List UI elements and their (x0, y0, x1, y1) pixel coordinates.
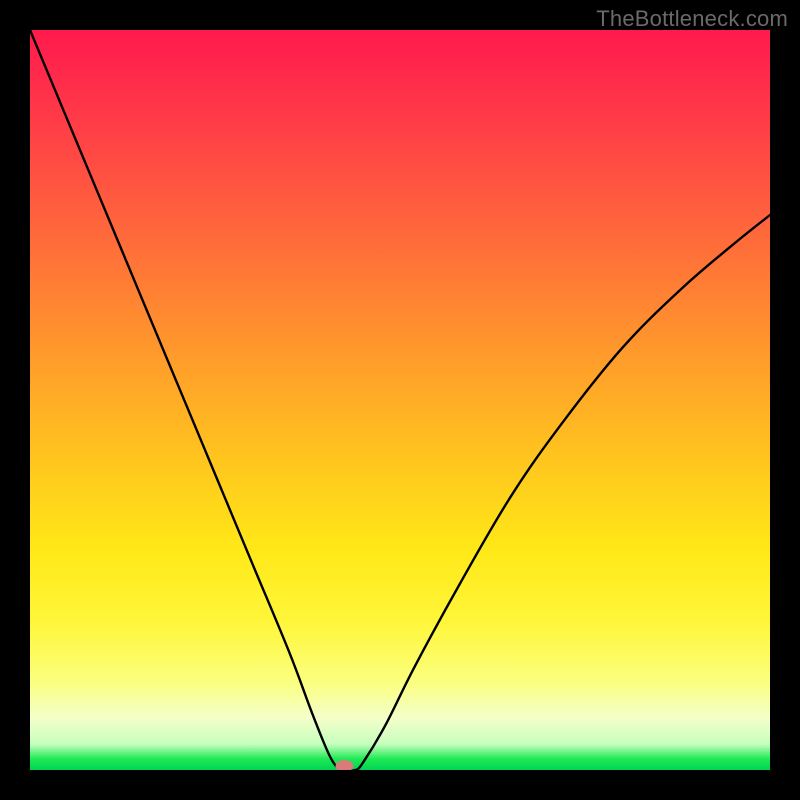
plot-area (30, 30, 770, 770)
curve-svg (30, 30, 770, 770)
min-marker (336, 760, 354, 770)
chart-frame: TheBottleneck.com (0, 0, 800, 800)
watermark-text: TheBottleneck.com (596, 6, 788, 32)
bottleneck-curve-path (30, 30, 770, 770)
